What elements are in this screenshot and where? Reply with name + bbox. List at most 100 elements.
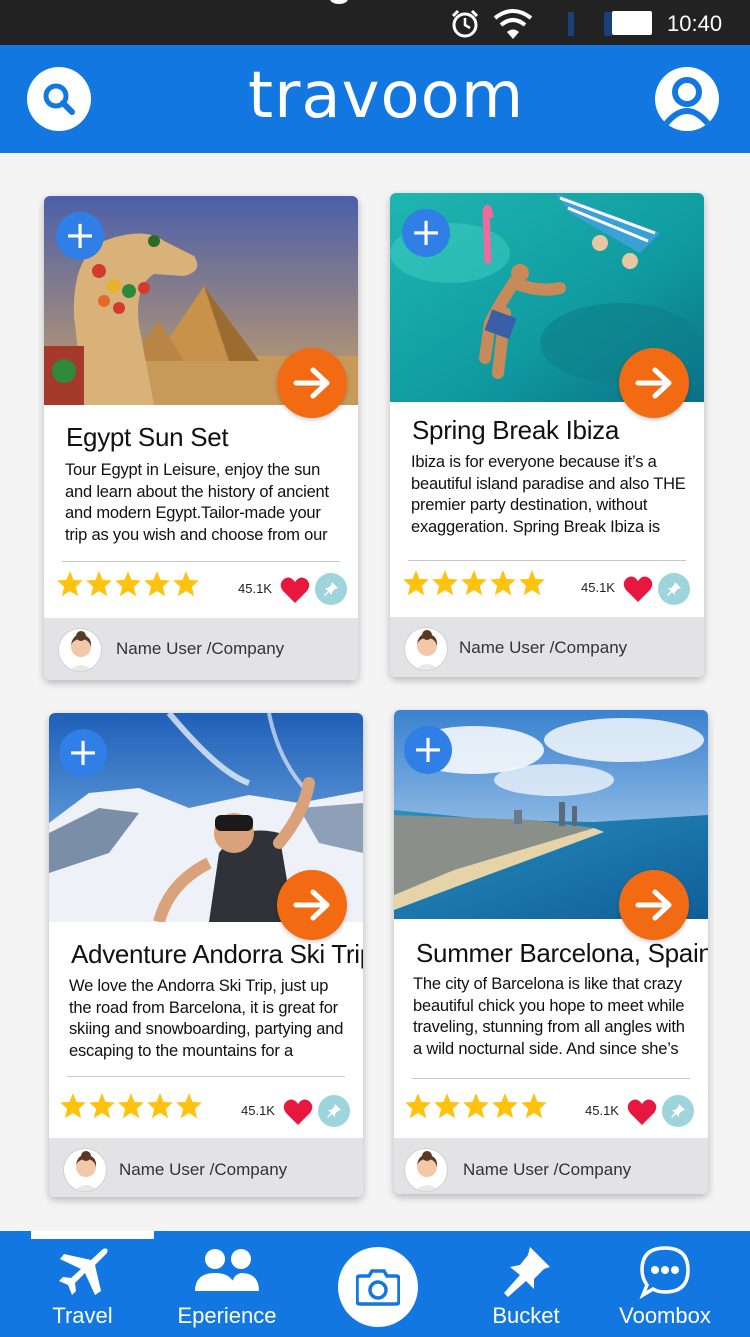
trip-description: We love the Andorra Ski Trip, just up th… [69,977,344,1064]
heart-icon[interactable] [627,1098,657,1126]
star-icon [173,571,199,597]
star-icon [519,570,545,596]
status-bar: 10:40 [0,0,750,45]
avatar[interactable] [63,1148,107,1192]
nav-label: Voombox [619,1303,711,1328]
divider [408,560,686,561]
heart-icon[interactable] [280,576,310,604]
star-icon [89,1093,115,1119]
trip-description: Tour Egypt in Leisure, enjoy the sun and… [65,461,329,545]
open-trip-button[interactable] [277,870,347,940]
notification-dot [330,0,348,4]
star-icon [405,1093,431,1119]
card-footer: Name User /Company [44,618,358,680]
star-icon [521,1093,547,1119]
nav-voombox[interactable]: Voombox [610,1231,720,1337]
heart-icon[interactable] [283,1098,313,1126]
pin-button[interactable] [318,1095,350,1127]
star-icon [434,1093,460,1119]
avatar[interactable] [404,1148,448,1192]
star-icon [147,1093,173,1119]
add-button[interactable]: + [404,726,452,774]
arrow-right-icon [293,889,330,921]
heart-icon[interactable] [623,575,653,603]
app-header: travoom [0,45,750,153]
card-footer: Name User /Company [394,1138,708,1194]
bottom-nav: Travel Eperience Bucket Voombox [0,1231,750,1337]
signal-icon [568,12,574,36]
star-icon [463,1093,489,1119]
trip-card[interactable]: + Summer Barcelona, Spain The city of Ba… [394,710,708,1194]
star-icon [86,571,112,597]
add-button[interactable]: + [59,729,107,777]
star-icon [492,1093,518,1119]
search-icon [43,83,75,115]
like-count: 45.1K [585,1103,619,1118]
star-icon [490,570,516,596]
trip-description: The city of Barcelona is like that crazy… [413,975,685,1062]
pushpin-icon [667,582,681,596]
battery-edge [604,12,612,36]
rating-stars [402,569,546,601]
nav-experience[interactable]: Eperience [172,1231,282,1337]
open-trip-button[interactable] [619,870,689,940]
trip-card[interactable]: + Adventure Andorra Ski Trip We love the… [49,713,363,1197]
chat-bubble-icon [639,1246,690,1299]
profile-icon [662,77,712,127]
star-icon [57,571,83,597]
trip-card[interactable]: + Egypt Sun Set Tour Egypt in Leisure, e… [44,196,358,680]
pin-button[interactable] [658,573,690,605]
trip-card[interactable]: + Spring Break Ibiza Ibiza is for everyo… [390,193,704,677]
people-icon [195,1249,259,1291]
camera-icon [356,1269,400,1306]
star-icon [176,1093,202,1119]
rating-stars [56,570,200,602]
pushpin-icon [327,1104,341,1118]
divider [412,1078,690,1079]
star-icon [403,570,429,596]
star-icon [461,570,487,596]
star-icon [432,570,458,596]
pushpin-icon [671,1104,685,1118]
trip-title: Egypt Sun Set [66,422,229,452]
star-icon [60,1093,86,1119]
user-name[interactable]: Name User /Company [459,638,627,658]
user-name[interactable]: Name User /Company [116,639,284,659]
card-footer: Name User /Company [390,617,704,677]
camera-button[interactable] [338,1247,418,1327]
open-trip-button[interactable] [619,348,689,418]
card-footer: Name User /Company [49,1138,363,1197]
like-count: 45.1K [581,580,615,595]
arrow-right-icon [635,889,672,921]
open-trip-button[interactable] [277,348,347,418]
nav-label: Bucket [492,1303,560,1328]
rating-stars [404,1092,548,1124]
nav-travel[interactable]: Travel [31,1231,134,1337]
arrow-right-icon [635,367,672,399]
add-button[interactable]: + [402,209,450,257]
user-name[interactable]: Name User /Company [463,1160,631,1180]
profile-button[interactable] [655,67,719,131]
trip-title: Spring Break Ibiza [412,415,620,445]
trip-title: Adventure Andorra Ski Trip [71,939,363,969]
search-button[interactable] [27,67,91,131]
nav-bucket[interactable]: Bucket [476,1231,576,1337]
star-icon [144,571,170,597]
pin-button[interactable] [315,573,347,605]
nav-label: Eperience [177,1303,277,1328]
app-logo: travoom [248,59,525,133]
trip-title: Summer Barcelona, Spain [416,938,708,968]
trip-description: Ibiza is for everyone because it’s a bea… [411,453,686,537]
avatar[interactable] [404,627,448,671]
pushpin-icon [324,582,338,596]
pin-button[interactable] [662,1095,694,1127]
star-icon [115,571,141,597]
arrow-right-icon [293,367,330,399]
star-icon [118,1093,144,1119]
avatar[interactable] [58,628,102,672]
user-name[interactable]: Name User /Company [119,1160,287,1180]
alarm-icon [451,9,479,38]
rating-stars [59,1092,203,1124]
add-button[interactable]: + [56,212,104,260]
divider [67,1076,345,1077]
